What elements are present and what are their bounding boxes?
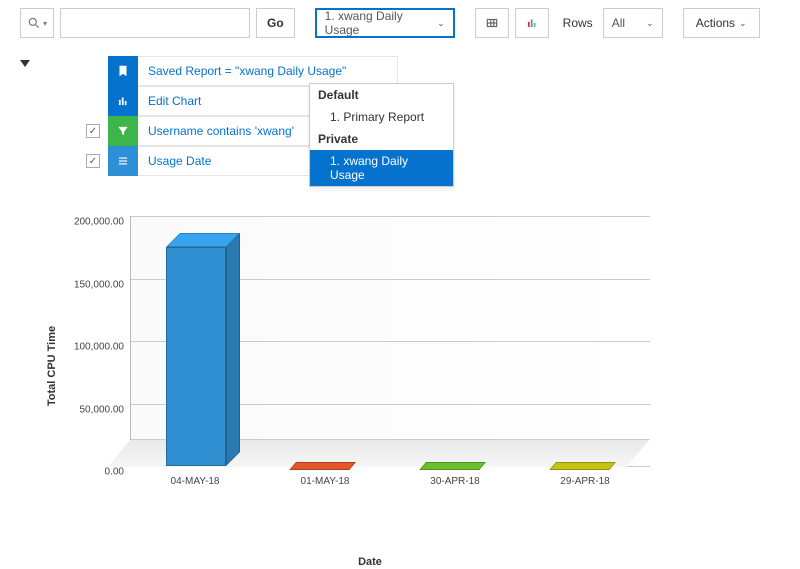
y-tick-label: 100,000.00 (74, 342, 124, 353)
grid-icon (485, 16, 499, 30)
chevron-down-icon: ⌄ (739, 18, 747, 29)
chart-bar[interactable] (296, 465, 356, 466)
chart: Total CPU Time Date 0.0050,000.00100,000… (60, 206, 680, 526)
report-select-label: 1. xwang Daily Usage (325, 9, 437, 37)
x-tick-label: 30-APR-18 (430, 476, 479, 487)
bookmark-icon (108, 56, 138, 86)
go-button[interactable]: Go (256, 8, 295, 38)
rows-select[interactable]: All ⌄ (603, 8, 663, 38)
y-tick-label: 50,000.00 (80, 404, 125, 415)
filter-usagedate-checkbox[interactable]: ✓ (86, 154, 100, 168)
rows-label: Rows (555, 16, 597, 30)
search-icon-button[interactable]: ▾ (20, 8, 54, 38)
report-dropdown-item-xwang[interactable]: 1. xwang Daily Usage (310, 150, 453, 186)
y-tick-label: 200,000.00 (74, 217, 124, 228)
chart-bar[interactable] (426, 465, 486, 466)
chart-bar[interactable] (166, 247, 226, 466)
x-tick-label: 01-MAY-18 (301, 476, 350, 487)
rows-select-value: All (612, 16, 625, 30)
report-dropdown-group-private: Private (310, 128, 453, 150)
y-axis-title: Total CPU Time (46, 326, 58, 406)
filter-row-saved-report: Saved Report = "xwang Daily Usage" (78, 56, 428, 86)
chart-icon (108, 86, 138, 116)
chevron-down-icon: ⌄ (646, 18, 654, 29)
bar-chart-icon (525, 16, 539, 30)
actions-button[interactable]: Actions ⌄ (683, 8, 760, 38)
y-ticks: 0.0050,000.00100,000.00150,000.00200,000… (60, 216, 130, 466)
x-labels: 04-MAY-18 01-MAY-18 30-APR-18 29-APR-18 (130, 476, 650, 496)
view-chart-button[interactable] (515, 8, 549, 38)
report-select[interactable]: 1. xwang Daily Usage ⌄ (315, 8, 455, 38)
x-axis-title: Date (358, 556, 382, 568)
report-dropdown-group-default: Default (310, 84, 453, 106)
chart-bar[interactable] (556, 465, 616, 466)
view-grid-button[interactable] (475, 8, 509, 38)
x-tick-label: 04-MAY-18 (171, 476, 220, 487)
chevron-down-icon: ⌄ (437, 18, 445, 29)
y-tick-label: 150,000.00 (74, 279, 124, 290)
report-dropdown: Default 1. Primary Report Private 1. xwa… (309, 83, 454, 187)
report-dropdown-item-primary[interactable]: 1. Primary Report (310, 106, 453, 128)
search-icon (27, 16, 41, 30)
funnel-icon (108, 116, 138, 146)
x-tick-label: 29-APR-18 (560, 476, 609, 487)
y-tick-label: 0.00 (105, 467, 124, 478)
chevron-down-icon: ▾ (43, 19, 47, 28)
collapse-toggle[interactable] (20, 60, 30, 67)
search-input[interactable] (60, 8, 250, 38)
actions-label: Actions (696, 16, 735, 30)
filter-username-checkbox[interactable]: ✓ (86, 124, 100, 138)
breakdown-icon (108, 146, 138, 176)
filter-saved-report-link[interactable]: Saved Report = "xwang Daily Usage" (138, 56, 398, 86)
plot-area (130, 216, 650, 466)
toolbar: ▾ Go 1. xwang Daily Usage ⌄ Rows All ⌄ A… (0, 0, 800, 46)
